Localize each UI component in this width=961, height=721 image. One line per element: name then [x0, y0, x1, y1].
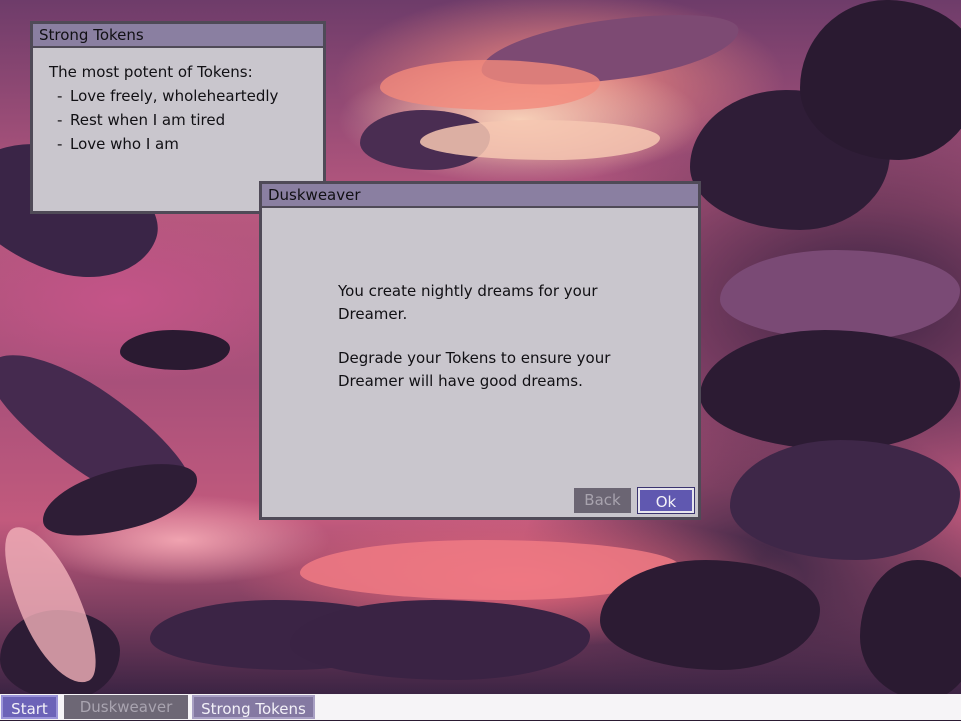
token-item: - Love who I am: [57, 135, 179, 153]
taskbar-item-duskweaver[interactable]: Duskweaver: [64, 695, 188, 719]
token-item: - Love freely, wholeheartedly: [57, 87, 279, 105]
tokens-heading: The most potent of Tokens:: [49, 63, 253, 81]
taskbar-item-strong-tokens[interactable]: Strong Tokens: [192, 695, 315, 719]
duskweaver-titlebar[interactable]: Duskweaver: [262, 184, 698, 208]
message-paragraph: Degrade your Tokens to ensure your Dream…: [338, 349, 611, 390]
start-button[interactable]: Start: [1, 695, 58, 719]
strong-tokens-titlebar[interactable]: Strong Tokens: [33, 24, 323, 48]
back-button[interactable]: Back: [574, 488, 631, 513]
duskweaver-title: Duskweaver: [268, 186, 361, 204]
taskbar: Start Duskweaver Strong Tokens: [0, 694, 961, 720]
tokens-list: - Love freely, wholeheartedly - Rest when …: [49, 84, 323, 156]
ok-button[interactable]: Ok: [637, 487, 695, 514]
duskweaver-message: You create nightly dreams for your Dream…: [338, 280, 638, 414]
strong-tokens-title: Strong Tokens: [39, 26, 144, 44]
duskweaver-dialog: Duskweaver You create nightly dreams for…: [259, 181, 701, 520]
message-paragraph: You create nightly dreams for your Dream…: [338, 282, 598, 323]
token-item: - Rest when I am tired: [57, 111, 226, 129]
strong-tokens-content: The most potent of Tokens: - Love freely,…: [33, 48, 323, 156]
